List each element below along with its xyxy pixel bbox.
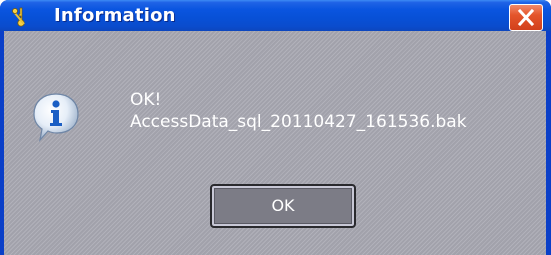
close-button[interactable] (509, 4, 543, 31)
information-dialog: Information OK! AccessData_sql_20110427_… (0, 0, 551, 255)
message-line-2: AccessData_sql_20110427_161536.bak (130, 112, 467, 132)
message-line-1: OK! (130, 90, 162, 110)
message-text: OK! AccessData_sql_20110427_161536.bak (130, 89, 467, 133)
info-icon (32, 92, 80, 144)
ok-button-label: OK (271, 196, 295, 215)
ok-button[interactable]: OK (210, 184, 356, 228)
window-title: Information (54, 5, 176, 26)
keys-icon (11, 6, 31, 27)
title-bar[interactable]: Information (0, 0, 551, 31)
window-frame-right (546, 31, 551, 255)
